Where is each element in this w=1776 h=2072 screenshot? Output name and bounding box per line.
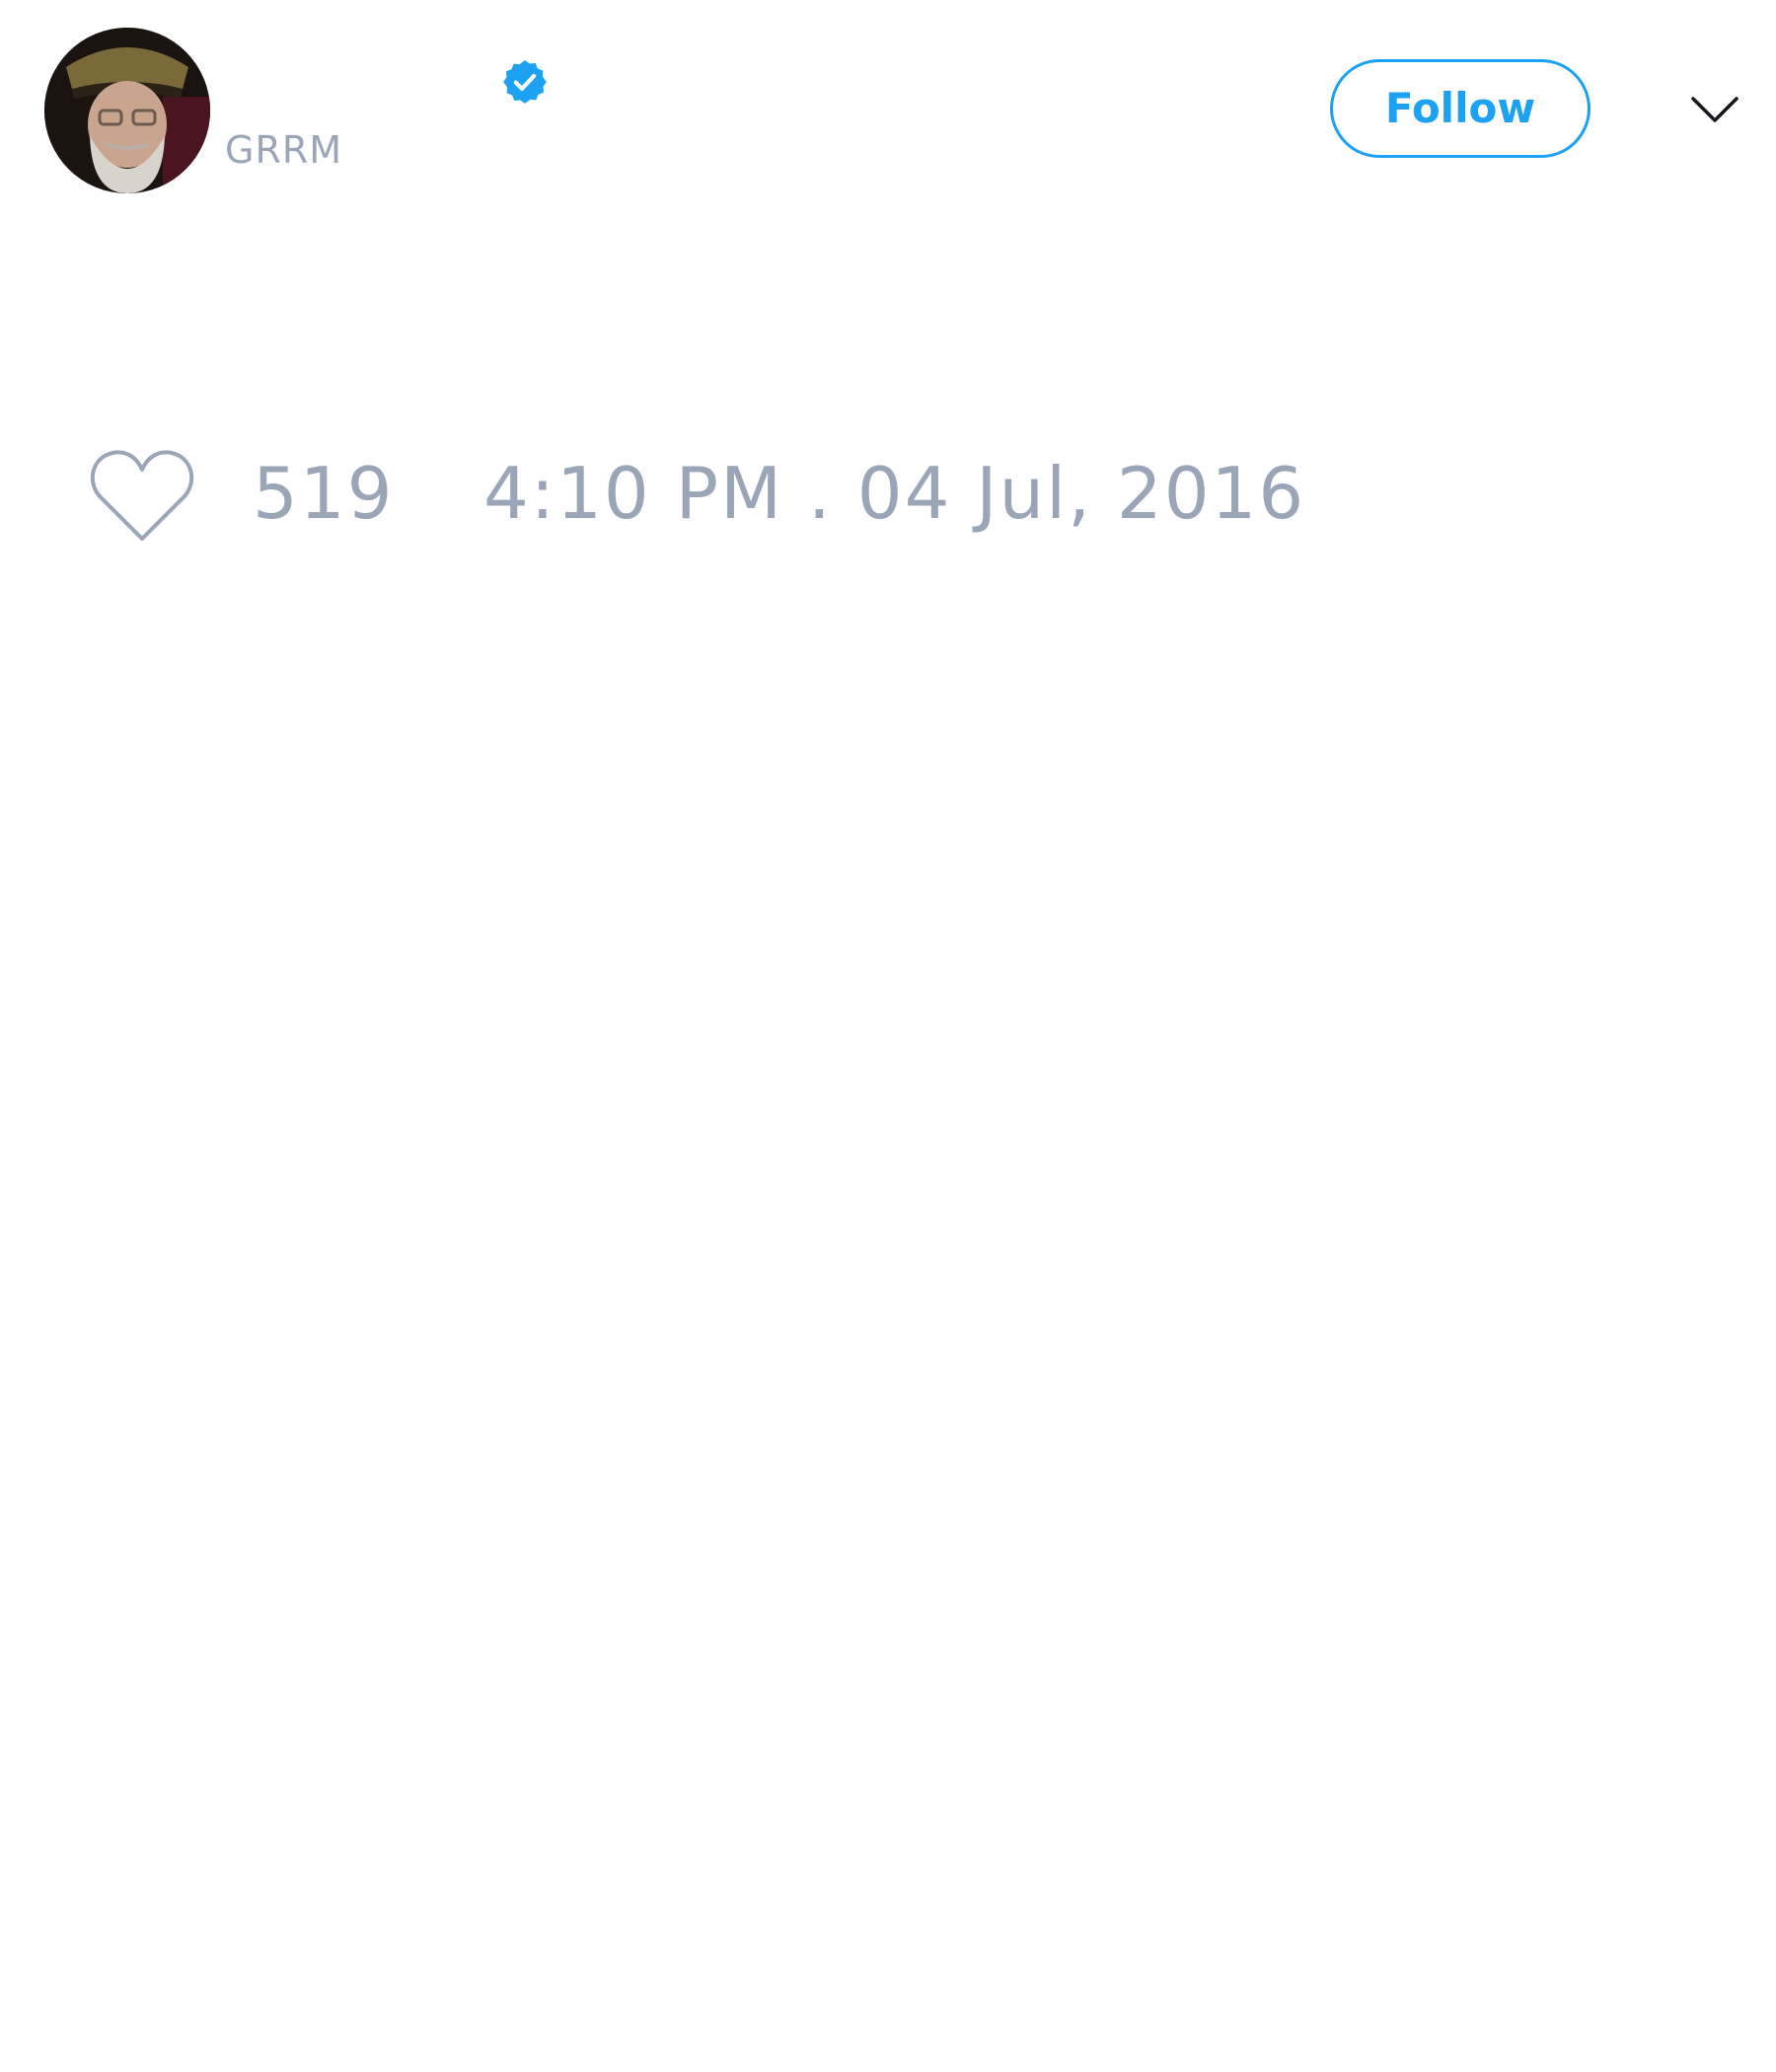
avatar[interactable] [44,28,210,193]
follow-button[interactable]: Follow [1330,59,1591,158]
like-count: 519 [253,452,395,535]
profile-photo [44,28,210,193]
author-handle[interactable]: GRRM [225,128,342,172]
heart-icon[interactable] [89,446,195,545]
tweet-timestamp[interactable]: 4:10 PM . 04 Jul, 2016 [483,454,1305,533]
chevron-down-icon[interactable] [1690,91,1739,130]
verified-badge-icon [503,60,547,104]
